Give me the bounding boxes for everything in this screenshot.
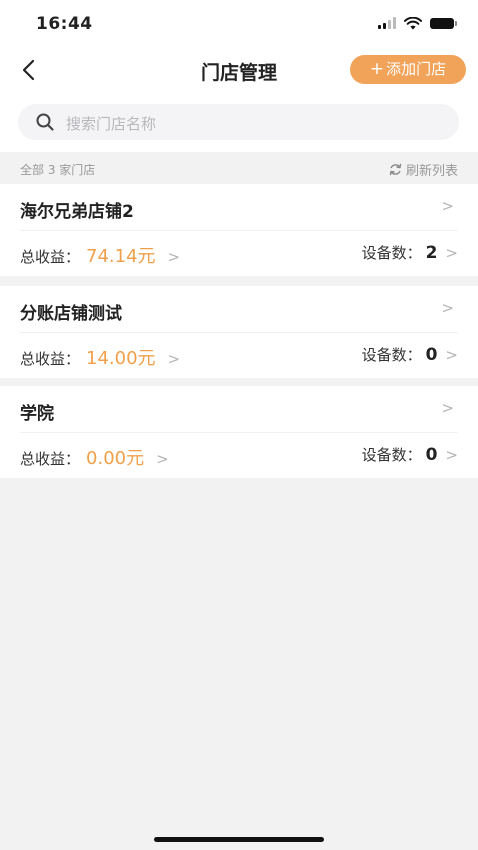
revenue-label: 总收益： <box>20 350 81 368</box>
device-count-value: 0 <box>425 445 438 465</box>
chevron-right-icon: > <box>441 197 454 215</box>
store-count: 全部 3 家门店 <box>20 163 96 177</box>
store-card: 海尔兄弟店铺2 > 总收益： 74.14元 > 设备数： 2 > <box>0 184 478 276</box>
store-name: 海尔兄弟店铺2 <box>20 202 134 222</box>
revenue-value: 74.14元 <box>86 246 156 267</box>
device-count-label: 设备数： <box>361 346 422 364</box>
wifi-icon <box>404 16 422 29</box>
refresh-icon <box>389 163 402 176</box>
device-count-link[interactable]: 设备数： 2 > <box>362 242 458 263</box>
signal-icon <box>378 17 396 29</box>
chevron-right-icon: > <box>445 244 458 262</box>
status-time: 16:44 <box>36 14 93 34</box>
search-input[interactable]: 搜索门店名称 <box>18 104 459 140</box>
search-area: 搜索门店名称 <box>0 92 478 152</box>
chevron-right-icon: > <box>167 248 181 266</box>
store-stats: 总收益： 14.00元 > 设备数： 0 > <box>20 332 458 378</box>
store-name: 学院 <box>20 404 54 424</box>
chevron-right-icon: > <box>445 346 458 364</box>
store-card: 分账店铺测试 > 总收益： 14.00元 > 设备数： 0 > <box>0 286 478 378</box>
store-name: 分账店铺测试 <box>20 304 122 324</box>
plus-icon: + <box>369 59 385 79</box>
revenue-link[interactable]: 总收益： 14.00元 > <box>20 344 180 370</box>
store-stats: 总收益： 0.00元 > 设备数： 0 > <box>20 432 458 478</box>
device-count-label: 设备数： <box>361 244 422 262</box>
chevron-right-icon: > <box>167 350 181 368</box>
store-stats: 总收益： 74.14元 > 设备数： 2 > <box>20 230 458 276</box>
revenue-value: 14.00元 <box>86 348 156 369</box>
revenue-link[interactable]: 总收益： 74.14元 > <box>20 242 180 268</box>
nav-bar: 门店管理 + 添加门店 <box>0 48 478 92</box>
device-count-label: 设备数： <box>361 446 422 464</box>
store-card: 学院 > 总收益： 0.00元 > 设备数： 0 > <box>0 386 478 478</box>
revenue-link[interactable]: 总收益： 0.00元 > <box>20 444 169 470</box>
home-indicator[interactable] <box>154 837 324 842</box>
add-store-button[interactable]: + 添加门店 <box>350 55 466 84</box>
refresh-label: 刷新列表 <box>405 164 458 179</box>
chevron-right-icon: > <box>156 450 169 468</box>
device-count-value: 2 <box>425 243 438 263</box>
store-row[interactable]: 学院 > <box>20 386 458 433</box>
add-store-label: 添加门店 <box>386 60 447 78</box>
device-count-link[interactable]: 设备数： 0 > <box>362 444 458 465</box>
store-row[interactable]: 海尔兄弟店铺2 > <box>20 184 458 231</box>
chevron-right-icon: > <box>445 446 458 464</box>
store-row[interactable]: 分账店铺测试 > <box>20 286 458 333</box>
revenue-label: 总收益： <box>20 450 81 468</box>
search-placeholder: 搜索门店名称 <box>66 115 157 133</box>
chevron-right-icon: > <box>441 299 454 317</box>
chevron-right-icon: > <box>441 399 454 417</box>
revenue-label: 总收益： <box>20 248 81 266</box>
device-count-link[interactable]: 设备数： 0 > <box>362 344 458 365</box>
battery-icon <box>430 17 457 29</box>
status-bar: 16:44 <box>0 0 478 48</box>
status-icons <box>378 15 457 31</box>
list-header: 全部 3 家门店 刷新列表 <box>0 152 478 184</box>
revenue-value: 0.00元 <box>86 448 145 469</box>
search-icon <box>36 113 54 131</box>
device-count-value: 0 <box>425 345 438 365</box>
refresh-list-button[interactable]: 刷新列表 <box>389 160 458 179</box>
